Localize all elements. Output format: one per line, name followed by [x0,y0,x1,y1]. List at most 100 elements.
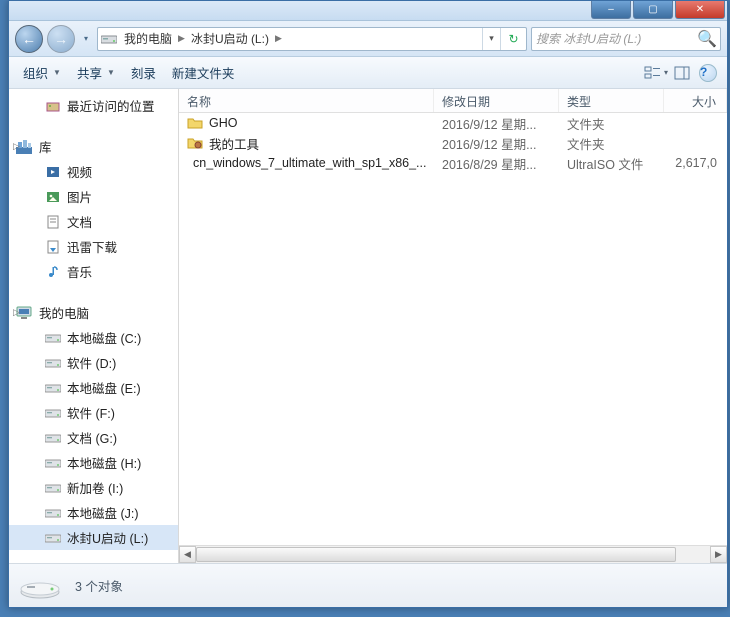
file-list-pane: 名称 修改日期 类型 大小 GHO 2016/9/12 星期...文件夹我的工具2… [179,89,727,563]
sidebar-item-drive[interactable]: 本地磁盘 (E:) [9,375,178,400]
address-bar[interactable]: 我的电脑 ▶ 冰封U启动 (L:) ▶ ▾ ↻ [97,27,527,51]
drive-icon [45,357,61,369]
file-date: 2016/8/29 星期... [434,154,559,173]
drive-icon [45,507,61,519]
drive-icon [45,382,61,394]
sidebar-item-label: 冰封U启动 (L:) [67,528,148,547]
new-folder-button[interactable]: 新建文件夹 [164,59,243,86]
library-icon [45,189,61,205]
file-row[interactable]: GHO 2016/9/12 星期...文件夹 [179,113,727,133]
search-box[interactable]: 🔍 [531,27,721,51]
sidebar-item-label: 最近访问的位置 [67,96,155,115]
library-icon [45,264,61,280]
sidebar-item-label: 新加卷 (I:) [67,478,123,497]
file-date: 2016/9/12 星期... [434,134,559,153]
sidebar-item-library[interactable]: 音乐 [9,259,178,284]
sidebar-item-label: 视频 [67,162,92,181]
chevron-down-icon: ▾ [664,68,668,77]
sidebar-item-library[interactable]: 视频 [9,159,178,184]
share-button[interactable]: 共享▼ [69,59,123,86]
drive-icon [19,572,61,600]
sidebar-item-label: 图片 [67,187,92,206]
sidebar-item-drive[interactable]: 软件 (F:) [9,400,178,425]
sidebar-item-label: 迅雷下载 [67,237,117,256]
history-dropdown[interactable]: ▾ [79,25,93,53]
column-header-name[interactable]: 名称 [179,89,434,112]
file-row[interactable]: cn_windows_7_ultimate_with_sp1_x86_... 20… [179,153,727,173]
status-count: 3 个对象 [75,576,123,595]
sidebar-item-library[interactable]: 文档 [9,209,178,234]
sidebar-item-label: 文档 (G:) [67,428,117,447]
refresh-button[interactable]: ↻ [500,28,526,50]
sidebar-item-label: 本地磁盘 (C:) [67,328,141,347]
file-type: UltraISO 文件 [559,154,664,173]
library-icon [45,164,61,180]
file-date: 2016/9/12 星期... [434,114,559,133]
back-button[interactable]: ← [15,25,43,53]
expand-icon[interactable]: ▷ [13,141,20,152]
breadcrumb-drive[interactable]: 冰封U启动 (L:) [187,28,273,50]
sidebar-item-label: 软件 (D:) [67,353,116,372]
scroll-left-button[interactable]: ◀ [179,546,196,563]
sidebar-item-library[interactable]: 图片 [9,184,178,209]
sidebar-item-label: 库 [39,137,52,156]
sidebar-item-label: 音乐 [67,262,92,281]
burn-button[interactable]: 刻录 [123,59,164,86]
chevron-right-icon[interactable]: ▶ [176,33,187,44]
file-name: GHO [209,116,237,130]
file-type: 文件夹 [559,114,664,133]
sidebar-item-drive[interactable]: 本地磁盘 (J:) [9,500,178,525]
sidebar-item-drive[interactable]: 本地磁盘 (H:) [9,450,178,475]
sidebar-item-label: 文档 [67,212,92,231]
folder-icon [187,115,203,131]
view-options-button[interactable]: ▾ [643,62,669,84]
sidebar-item-drive[interactable]: 冰封U启动 (L:) [9,525,178,550]
scroll-thumb[interactable] [196,547,676,562]
chevron-right-icon[interactable]: ▶ [273,33,284,44]
sidebar-item-recent-places[interactable]: 最近访问的位置 [9,93,178,118]
sidebar-item-computer[interactable]: ▷ 我的电脑 [9,300,178,325]
content-area: 最近访问的位置 ▷ 库 视频图片文档迅雷下载音乐 ▷ 我的电脑 本地磁盘 (C:… [9,89,727,563]
library-icon [45,214,61,230]
collapse-icon[interactable]: ▷ [13,307,20,318]
scroll-right-button[interactable]: ▶ [710,546,727,563]
horizontal-scrollbar[interactable]: ◀ ▶ [179,545,727,563]
sidebar-item-drive[interactable]: 软件 (D:) [9,350,178,375]
help-button[interactable]: ? [695,62,721,84]
sidebar-item-label: 本地磁盘 (E:) [67,378,141,397]
navigation-pane[interactable]: 最近访问的位置 ▷ 库 视频图片文档迅雷下载音乐 ▷ 我的电脑 本地磁盘 (C:… [9,89,179,563]
maximize-button[interactable]: ▢ [633,1,673,19]
organize-button[interactable]: 组织▼ [15,59,69,86]
explorer-window: – ▢ ✕ ← → ▾ 我的电脑 ▶ 冰封U启动 (L:) ▶ ▾ ↻ 🔍 组织… [8,0,728,608]
titlebar: – ▢ ✕ [9,1,727,21]
forward-button[interactable]: → [47,25,75,53]
sidebar-item-drive[interactable]: 文档 (G:) [9,425,178,450]
search-input[interactable] [536,32,693,46]
file-type: 文件夹 [559,134,664,153]
address-dropdown[interactable]: ▾ [482,28,500,50]
minimize-button[interactable]: – [591,1,631,19]
chevron-down-icon: ▼ [53,68,61,77]
drive-icon [45,432,61,444]
file-size: 2,617,0 [664,156,727,170]
sidebar-item-drive[interactable]: 新加卷 (I:) [9,475,178,500]
file-name: cn_windows_7_ultimate_with_sp1_x86_... [193,156,426,170]
column-header-date[interactable]: 修改日期 [434,89,559,112]
column-headers: 名称 修改日期 类型 大小 [179,89,727,113]
file-row[interactable]: 我的工具2016/9/12 星期...文件夹 [179,133,727,153]
library-icon [45,239,61,255]
drive-icon [45,532,61,544]
close-button[interactable]: ✕ [675,1,725,19]
file-list[interactable]: GHO 2016/9/12 星期...文件夹我的工具2016/9/12 星期...… [179,113,727,545]
sidebar-item-libraries[interactable]: ▷ 库 [9,134,178,159]
preview-pane-button[interactable] [669,62,695,84]
breadcrumb-computer[interactable]: 我的电脑 [120,28,176,50]
column-header-size[interactable]: 大小 [664,89,727,112]
column-header-type[interactable]: 类型 [559,89,664,112]
recent-places-icon [45,99,61,113]
sidebar-item-drive[interactable]: 本地磁盘 (C:) [9,325,178,350]
sidebar-item-label: 我的电脑 [39,303,89,322]
drive-icon [98,33,120,45]
sidebar-item-library[interactable]: 迅雷下载 [9,234,178,259]
drive-icon [45,457,61,469]
